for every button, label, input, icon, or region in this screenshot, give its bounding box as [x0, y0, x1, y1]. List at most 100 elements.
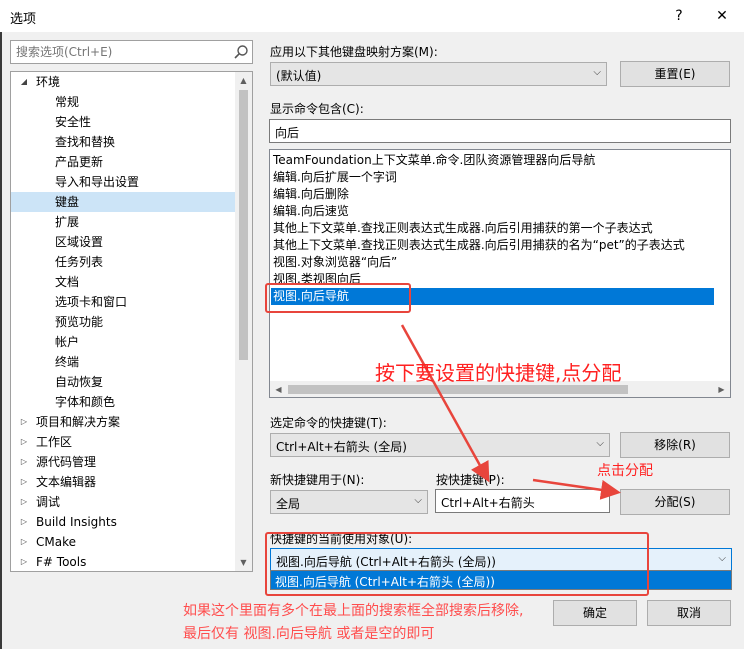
window-title: 选项 [10, 12, 37, 27]
tree-item[interactable]: 扩展 [11, 212, 236, 232]
tree-item[interactable]: 文档 [11, 272, 236, 292]
command-list-item[interactable]: TeamFoundation上下文菜单.命令.团队资源管理器向后导航 [273, 152, 595, 169]
tree-item[interactable]: 帐户 [11, 332, 236, 352]
annotation-note-line2: 最后仅有 视图.向后导航 或者是空的即可 [183, 626, 435, 642]
scope-combo[interactable]: 全局 ⌵ [270, 490, 428, 514]
ok-button[interactable]: 确定 [553, 600, 637, 626]
annotation-click-assign: 点击分配 [597, 463, 653, 479]
command-list-item[interactable]: 视图.对象浏览器“向后” [273, 254, 397, 271]
collapsed-arrow-icon[interactable]: ▷ [19, 412, 29, 432]
tree-item-label: 安全性 [55, 115, 92, 129]
remove-button[interactable]: 移除(R) [620, 432, 730, 458]
reset-button[interactable]: 重置(E) [620, 61, 730, 87]
command-list-item[interactable]: 其他上下文菜单.查找正则表达式生成器.向后引用捕获的名为“pet”的子表达式 [273, 237, 685, 254]
collapsed-arrow-icon[interactable]: ▷ [19, 492, 29, 512]
press-keys-input[interactable]: Ctrl+Alt+右箭头 [435, 489, 610, 513]
collapsed-arrow-icon[interactable]: ▷ [19, 552, 29, 571]
tree-item[interactable]: 预览功能 [11, 312, 236, 332]
annotation-press-hint: 按下要设置的快捷键,点分配 [375, 361, 622, 385]
tree-item[interactable]: 区域设置 [11, 232, 236, 252]
annotation-note-line1: 如果这个里面有多个在最上面的搜索框全部搜索后移除, [183, 603, 524, 619]
tree-item-label: 终端 [55, 355, 80, 369]
tree-item-label: 选项卡和窗口 [55, 295, 128, 309]
scroll-left-icon[interactable]: ◀ [270, 381, 287, 397]
tree-item-label: 帐户 [55, 335, 80, 349]
tree-item-label: 键盘 [55, 195, 80, 209]
collapsed-arrow-icon[interactable]: ▷ [19, 472, 29, 492]
scroll-thumb[interactable] [239, 90, 248, 360]
tree-item-label: 环境 [36, 75, 61, 89]
collapsed-arrow-icon[interactable]: ▷ [19, 432, 29, 452]
tree-item[interactable]: 产品更新 [11, 152, 236, 172]
tree-item[interactable]: 键盘 [11, 192, 236, 212]
chevron-down-icon: ⌵ [596, 438, 604, 449]
new-shortcut-label: 新快捷键用于(N): [270, 473, 365, 487]
collapsed-arrow-icon[interactable]: ▷ [19, 512, 29, 532]
tree-item-label: 自动恢复 [55, 375, 104, 389]
tree-item[interactable]: ▷ 源代码管理 [11, 452, 236, 472]
tree-item-label: 调试 [36, 495, 61, 509]
tree-item-label: 扩展 [55, 215, 80, 229]
tree-item-label: 任务列表 [55, 255, 104, 269]
command-list-item[interactable]: 编辑.向后删除 [273, 186, 349, 203]
annotation-box-usage [265, 532, 649, 596]
search-input[interactable] [11, 41, 221, 63]
mapping-combo[interactable]: (默认值) ⌵ [270, 62, 607, 86]
tree-item-label: 查找和替换 [55, 135, 116, 149]
help-button[interactable]: ? [666, 4, 692, 28]
tree-item[interactable]: ▷ CMake [11, 532, 236, 552]
tree-item-label: 工作区 [36, 435, 73, 449]
scope-value: 全局 [276, 497, 301, 511]
tree-item-label: 导入和导出设置 [55, 175, 140, 189]
tree-scrollbar[interactable]: ▲ ▼ [235, 72, 252, 571]
press-keys-value: Ctrl+Alt+右箭头 [441, 496, 535, 510]
tree-item[interactable]: 字体和颜色 [11, 392, 236, 412]
tree-item[interactable]: ▷ F# Tools [11, 552, 236, 571]
tree-item[interactable]: ▷ 工作区 [11, 432, 236, 452]
chevron-down-icon: ⌵ [593, 67, 601, 78]
tree-item-label: 常规 [55, 95, 80, 109]
tree-item[interactable]: ◢ 环境 [11, 72, 236, 92]
command-list-item[interactable]: 其他上下文菜单.查找正则表达式生成器.向后引用捕获的第一个子表达式 [273, 220, 653, 237]
cancel-button[interactable]: 取消 [647, 600, 731, 626]
command-list-item[interactable]: 编辑.向后速览 [273, 203, 349, 220]
tree-item[interactable]: ▷ Build Insights [11, 512, 236, 532]
expanded-arrow-icon[interactable]: ◢ [19, 72, 29, 92]
tree-item-label: CMake [36, 535, 76, 549]
collapsed-arrow-icon[interactable]: ▷ [19, 532, 29, 552]
tree-item[interactable]: 选项卡和窗口 [11, 292, 236, 312]
tree-item-label: 文本编辑器 [36, 475, 97, 489]
options-tree[interactable]: ◢ 环境常规安全性查找和替换产品更新导入和导出设置 键盘扩展区域设置任务列表文档选项… [10, 71, 253, 572]
tree-item[interactable]: 常规 [11, 92, 236, 112]
search-box[interactable] [10, 40, 253, 64]
title-bar: 选项 ? ✕ [0, 0, 744, 32]
scroll-up-icon[interactable]: ▲ [235, 72, 252, 89]
tree-item[interactable]: 导入和导出设置 [11, 172, 236, 192]
tree-item-label: 产品更新 [55, 155, 104, 169]
commands-label: 显示命令包含(C): [270, 102, 364, 116]
tree-item[interactable]: ▷ 项目和解决方案 [11, 412, 236, 432]
close-icon[interactable]: ✕ [708, 4, 736, 28]
commands-filter-input[interactable]: 向后 [269, 119, 731, 143]
tree-item[interactable]: 自动恢复 [11, 372, 236, 392]
tree-item-label: 字体和颜色 [55, 395, 116, 409]
tree-item[interactable]: 终端 [11, 352, 236, 372]
tree-item[interactable]: 查找和替换 [11, 132, 236, 152]
commands-filter-value: 向后 [275, 126, 300, 140]
hscroll-thumb[interactable] [288, 385, 628, 394]
assign-button[interactable]: 分配(S) [620, 489, 730, 515]
tree-item-label: Build Insights [36, 515, 117, 529]
shortcut-combo[interactable]: Ctrl+Alt+右箭头 (全局) ⌵ [270, 433, 610, 457]
tree-item[interactable]: ▷ 文本编辑器 [11, 472, 236, 492]
tree-item[interactable]: 任务列表 [11, 252, 236, 272]
tree-item-label: F# Tools [36, 555, 87, 569]
scroll-down-icon[interactable]: ▼ [235, 554, 252, 571]
collapsed-arrow-icon[interactable]: ▷ [19, 452, 29, 472]
tree-item[interactable]: ▷ 调试 [11, 492, 236, 512]
command-list-item[interactable]: 编辑.向后扩展一个字词 [273, 169, 397, 186]
shortcut-value: Ctrl+Alt+右箭头 (全局) [276, 440, 407, 454]
scroll-right-icon[interactable]: ▶ [713, 381, 730, 397]
tree-item[interactable]: 安全性 [11, 112, 236, 132]
chevron-down-icon: ⌵ [718, 553, 726, 564]
search-icon[interactable] [233, 44, 249, 60]
